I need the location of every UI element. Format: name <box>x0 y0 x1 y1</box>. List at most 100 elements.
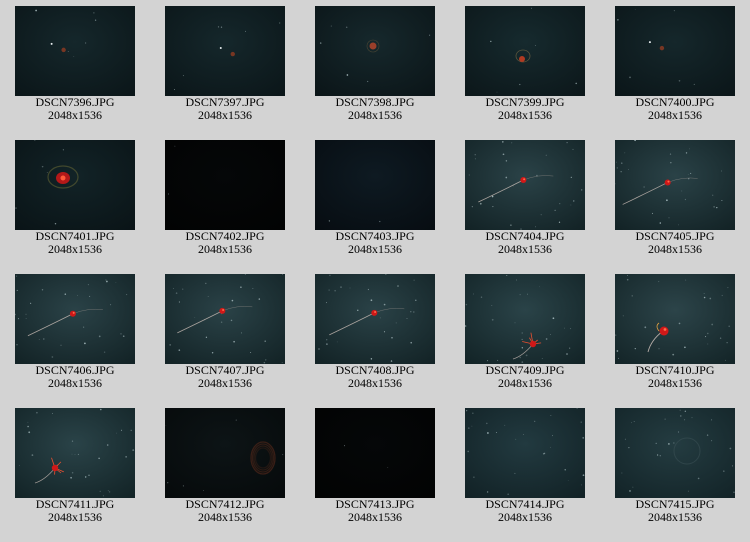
particle <box>165 425 167 426</box>
thumbnail-image[interactable] <box>165 140 285 230</box>
photo-svg <box>165 274 285 364</box>
image-dimensions: 2048x1536 <box>48 108 102 122</box>
particle <box>558 221 561 223</box>
particle <box>471 206 473 208</box>
particle <box>27 421 29 423</box>
creature-body <box>659 326 669 336</box>
particle <box>410 311 412 313</box>
thumbnail-image[interactable] <box>465 408 585 498</box>
particle <box>507 493 509 495</box>
particle <box>721 294 723 297</box>
particle <box>87 284 89 286</box>
particle <box>486 491 489 493</box>
particle <box>643 186 645 188</box>
photo-svg <box>15 140 135 230</box>
particle <box>631 295 633 297</box>
particle <box>659 455 661 457</box>
particle <box>31 454 34 456</box>
particle <box>514 472 516 474</box>
thumbnail-image[interactable] <box>315 6 435 96</box>
particle <box>719 337 722 339</box>
thumbnail-image[interactable] <box>15 6 135 96</box>
thumbnail-image[interactable] <box>15 408 135 498</box>
thumbnail-image[interactable] <box>465 140 585 230</box>
particle <box>634 347 636 350</box>
particle <box>77 453 79 455</box>
particle <box>474 154 476 156</box>
water-background <box>315 274 435 364</box>
particle <box>644 326 647 329</box>
particle <box>627 275 628 276</box>
thumbnail-caption: DSCN7411.JPG 2048x1536 <box>0 498 150 524</box>
photo-svg <box>15 408 135 498</box>
particle <box>103 351 106 353</box>
particle <box>108 491 111 493</box>
particle <box>220 321 223 323</box>
particle <box>492 206 494 208</box>
thumbnail-image[interactable] <box>315 274 435 364</box>
thumbnail-caption: DSCN7412.JPG 2048x1536 <box>150 498 300 524</box>
photo-svg <box>615 6 735 96</box>
particle <box>691 417 693 419</box>
particle <box>618 357 620 359</box>
particle <box>50 42 53 45</box>
particle <box>471 425 473 427</box>
particle <box>100 408 102 411</box>
particle <box>491 195 494 198</box>
photo-svg <box>165 6 285 96</box>
particle <box>194 317 196 318</box>
particle <box>615 334 617 336</box>
thumbnail-image[interactable] <box>15 274 135 364</box>
particle <box>634 9 636 10</box>
particle <box>182 288 184 290</box>
particle <box>519 356 521 359</box>
thumbnail-image[interactable] <box>615 140 735 230</box>
particle <box>664 418 666 420</box>
thumbnail-image[interactable] <box>615 6 735 96</box>
particle <box>514 322 516 324</box>
particle <box>474 158 476 160</box>
particle <box>570 204 572 206</box>
particle <box>319 42 322 44</box>
thumbnail-image[interactable] <box>165 6 285 96</box>
image-dimensions: 2048x1536 <box>198 510 252 524</box>
photo-svg <box>165 140 285 230</box>
particle <box>468 174 470 176</box>
photo-svg <box>465 274 585 364</box>
particle <box>689 148 690 150</box>
thumbnail-image[interactable] <box>315 408 435 498</box>
particle <box>687 174 689 175</box>
particle <box>379 317 381 319</box>
thumbnail-image[interactable] <box>465 6 585 96</box>
thumbnail-image[interactable] <box>15 140 135 230</box>
image-dimensions: 2048x1536 <box>198 108 252 122</box>
image-dimensions: 2048x1536 <box>648 108 702 122</box>
particle <box>711 419 713 421</box>
creature-body <box>51 464 59 472</box>
particle <box>60 344 62 346</box>
thumbnail-image[interactable] <box>165 408 285 498</box>
particle <box>681 190 683 192</box>
particle <box>632 486 634 488</box>
thumbnail-image[interactable] <box>615 408 735 498</box>
particle <box>515 438 517 440</box>
particle <box>43 338 45 340</box>
particle <box>721 199 723 202</box>
particle <box>217 26 220 28</box>
photo-svg <box>315 140 435 230</box>
particle <box>205 336 208 338</box>
image-dimensions: 2048x1536 <box>498 510 552 524</box>
water-background <box>15 6 135 96</box>
thumbnail-image[interactable] <box>465 274 585 364</box>
particle <box>467 427 470 429</box>
thumbnail-image[interactable] <box>315 140 435 230</box>
thumbnail-cell: DSCN7410.JPG 2048x1536 <box>600 268 750 402</box>
thumbnail-image[interactable] <box>615 274 735 364</box>
particle <box>491 318 494 321</box>
thumbnail-image[interactable] <box>165 274 285 364</box>
particle <box>94 19 97 21</box>
particle <box>729 447 732 450</box>
particle <box>132 449 135 451</box>
particle <box>110 304 112 306</box>
particle <box>84 342 86 345</box>
